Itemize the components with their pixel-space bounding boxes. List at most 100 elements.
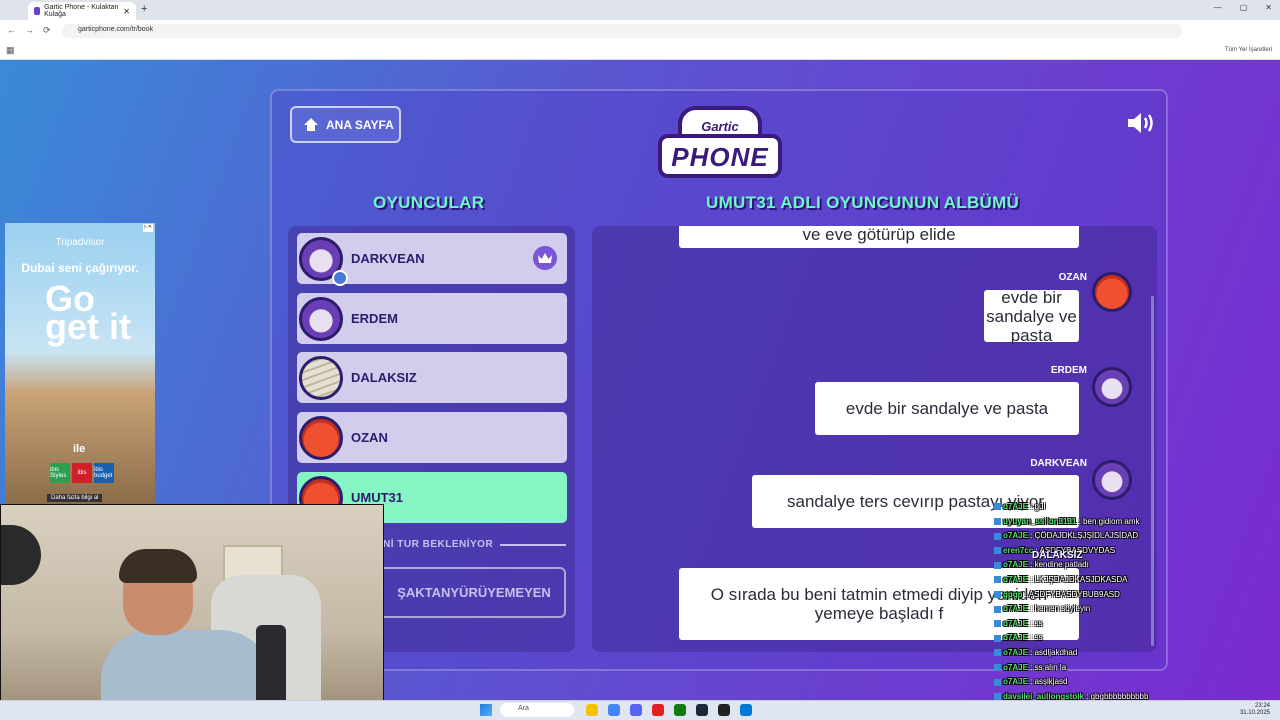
players-heading: OYUNCULAR: [373, 193, 485, 212]
chat-message: gpgp : ASDFYBASDYBUB9ASD: [994, 588, 1184, 603]
discord-icon[interactable]: [630, 704, 642, 716]
back-button[interactable]: ←: [7, 25, 16, 35]
badge-icon: [994, 663, 1001, 671]
waiting-button[interactable]: ŞAKTANYÜRÜYEMEYEN: [384, 567, 566, 618]
ad-ile: ile: [73, 443, 86, 455]
ad-choices-icon[interactable]: ▷✕: [143, 224, 153, 232]
chat-text: ÇÖDAJDKLŞJŞİDLAJSİDAD: [1034, 531, 1139, 541]
chat-message: o7AJE : kendine patladı: [994, 558, 1184, 573]
stream-chat: o7AJE : gül uyuyan_ssilon3131 : ben gidio…: [994, 500, 1184, 719]
browser-tab[interactable]: Gartic Phone - Kulaktan Kulağa ✕: [28, 2, 136, 20]
album-message: ve eve götürüp elide: [679, 226, 1079, 248]
app-icon[interactable]: [652, 704, 664, 716]
edge-icon[interactable]: [740, 704, 752, 716]
url-field[interactable]: garticphone.com/tr/book: [62, 24, 1182, 38]
home-icon: [304, 118, 318, 131]
chat-text: asdljakdhad: [1034, 647, 1078, 657]
minimize-button[interactable]: —: [1214, 3, 1222, 12]
taskbar-apps: [586, 704, 752, 716]
chat-username[interactable]: gpgp: [1003, 590, 1023, 599]
webcam-overlay: [0, 504, 384, 720]
home-button[interactable]: ANA SAYFA: [290, 106, 401, 143]
badge-icon: [994, 678, 1001, 686]
chat-message: o7AJE : ÇÖDAJDKLŞJŞİDLAJSİDAD: [994, 529, 1184, 544]
purple-star-avatar-icon: [299, 236, 348, 286]
chat-username[interactable]: o7AJE: [1003, 633, 1028, 642]
purple-star-avatar-icon: [1092, 367, 1132, 407]
chat-message: eren7cc : ASDFYBASDVYDAS: [994, 544, 1184, 559]
player-name: UMUT31: [351, 490, 404, 505]
chat-username[interactable]: eren7cc: [1003, 546, 1033, 555]
bookmarks-bar: ▦ Tüm Yer İşaretleri: [0, 42, 1280, 60]
purple-star-avatar-icon: [1092, 460, 1132, 500]
player-name: OZAN: [351, 430, 388, 445]
taskbar: Ara 23:24 31.10.2025: [0, 700, 1280, 720]
file-explorer-icon[interactable]: [586, 704, 598, 716]
chat-text: hemen söyleyin: [1034, 604, 1091, 614]
chat-username[interactable]: o7AJE: [1003, 663, 1028, 672]
badge-icon: [994, 605, 1001, 613]
badge-icon: [994, 517, 1001, 525]
player-name: DALAKSIZ: [351, 370, 417, 385]
mummy-avatar-icon: [299, 355, 343, 400]
player-name: ERDEM: [351, 311, 398, 326]
new-tab-button[interactable]: +: [141, 3, 147, 15]
clock-date: 31.10.2025: [1239, 710, 1270, 716]
album-author: DARKVEAN: [1030, 458, 1087, 469]
crown-icon: [533, 246, 557, 270]
chrome-icon[interactable]: [608, 704, 620, 716]
close-window-button[interactable]: ✕: [1265, 3, 1272, 12]
chat-message: o7AJE : gül: [994, 500, 1184, 515]
browser-tab-bar: Gartic Phone - Kulaktan Kulağa ✕ + — ▢ ✕: [0, 0, 1280, 20]
chat-username[interactable]: o7AJE: [1003, 619, 1028, 628]
chat-username[interactable]: o7AJE: [1003, 604, 1028, 613]
chat-username[interactable]: o7AJE: [1003, 502, 1028, 511]
user-badge-icon: [332, 269, 348, 286]
waiting-divider: [500, 544, 566, 546]
badge-icon: [994, 590, 1001, 598]
all-bookmarks-link[interactable]: Tüm Yer İşaretleri: [1225, 47, 1272, 53]
steam-icon[interactable]: [696, 704, 708, 716]
album-heading: UMUT31 ADLI OYUNCUNUN ALBÜMÜ: [706, 193, 1020, 212]
ad-more-button[interactable]: Daha fazla bilgi al: [47, 494, 103, 502]
speaker-icon[interactable]: [1126, 110, 1158, 136]
tab-title: Gartic Phone - Kulaktan Kulağa: [44, 4, 119, 18]
album-author: OZAN: [1058, 272, 1087, 283]
pumpkin-avatar-icon: [1092, 272, 1132, 312]
maximize-button[interactable]: ▢: [1240, 3, 1248, 12]
tripadvisor-ad[interactable]: ▷✕ Tripadvisor Dubai seni çağırıyor. Go …: [5, 223, 155, 508]
player-row-dalaksiz[interactable]: DALAKSIZ: [297, 352, 567, 403]
chat-username[interactable]: o7AJE: [1003, 677, 1028, 686]
player-row-darkvean[interactable]: DARKVEAN: [297, 233, 567, 286]
chat-text: ss: [1034, 633, 1043, 643]
chat-username[interactable]: o7AJE: [1003, 648, 1028, 657]
album-message: evde bir sandalye ve pasta: [984, 288, 1079, 345]
badge-icon: [994, 547, 1001, 555]
epic-icon[interactable]: [718, 704, 730, 716]
chat-text: LKJŞDAJDKASJDKASDA: [1034, 574, 1128, 584]
chat-overlay-name: DALAKSIZ: [1032, 550, 1083, 561]
chat-message: uyuyan_ssilon3131 : ben gidiom amk: [994, 515, 1184, 530]
taskbar-search[interactable]: Ara: [500, 703, 574, 717]
ibis-logo: ibis: [72, 463, 92, 483]
home-button-label: ANA SAYFA: [326, 117, 394, 132]
chat-text: asşlkjasd: [1034, 677, 1068, 687]
album-message: evde bir sandalye ve pasta: [815, 382, 1079, 435]
close-tab-icon[interactable]: ✕: [123, 7, 130, 16]
chat-username[interactable]: o7AJE: [1003, 575, 1028, 584]
reload-button[interactable]: ⟳: [43, 25, 51, 36]
chat-text: ss alın la: [1034, 662, 1067, 672]
badge-icon: [994, 503, 1001, 511]
logo-top-text: Gartic: [701, 119, 739, 134]
apps-grid-icon[interactable]: ▦: [6, 45, 15, 56]
chat-username[interactable]: o7AJE: [1003, 560, 1028, 569]
chat-text: kendine patladı: [1034, 560, 1089, 570]
chat-username[interactable]: uyuyan_ssilon3131: [1003, 517, 1076, 526]
windows-start-icon[interactable]: [480, 704, 492, 716]
xbox-icon[interactable]: [674, 704, 686, 716]
chat-username[interactable]: o7AJE: [1003, 531, 1028, 540]
badge-icon: [994, 561, 1001, 569]
player-row-erdem[interactable]: ERDEM: [297, 293, 567, 344]
player-row-ozan[interactable]: OZAN: [297, 412, 567, 463]
forward-button[interactable]: →: [25, 25, 34, 35]
